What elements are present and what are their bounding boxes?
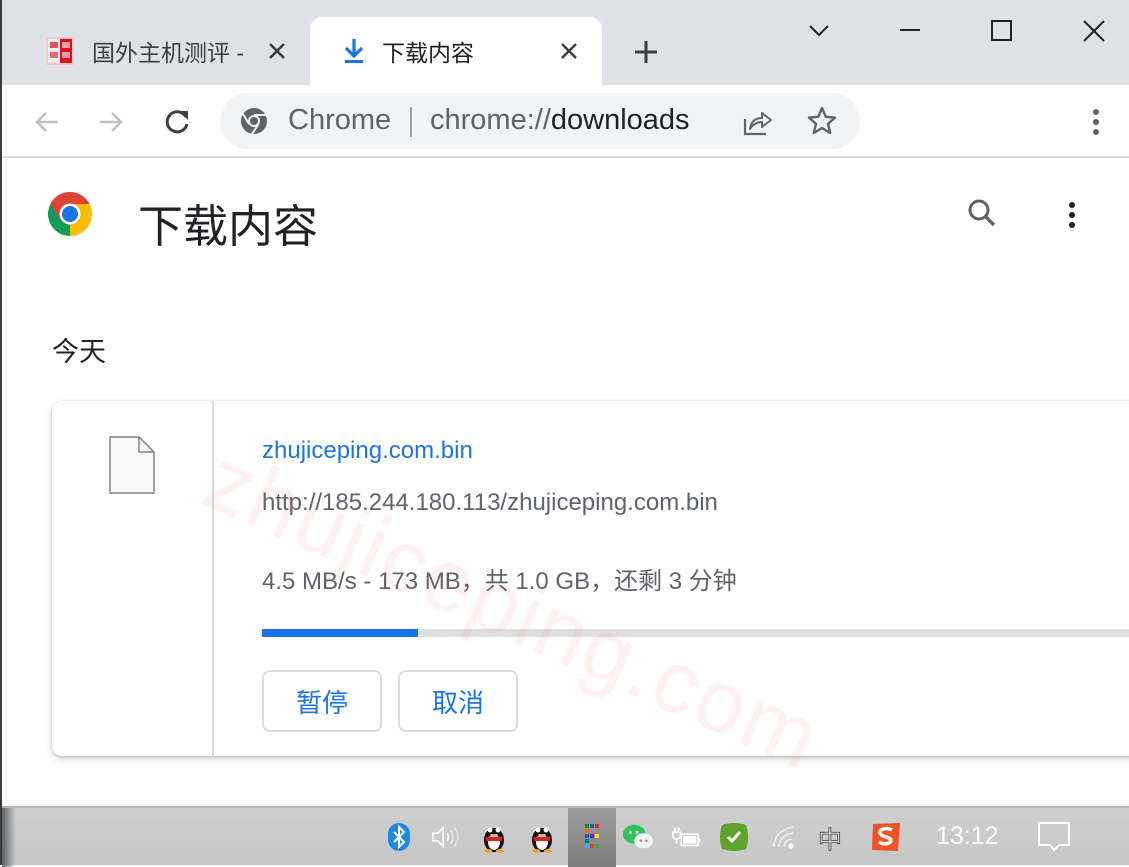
new-tab-button[interactable] — [630, 36, 662, 68]
page-title: 下载内容 — [138, 201, 319, 252]
tab-site[interactable]: 国外主机测评 - — [22, 17, 302, 85]
notification-icon[interactable] — [1036, 820, 1072, 854]
file-icon — [109, 436, 155, 494]
pause-button[interactable]: 暂停 — [262, 670, 382, 732]
ime-label: 中 — [818, 826, 843, 854]
tab-downloads[interactable]: 下载内容 — [310, 17, 602, 85]
browser-window: 国外主机测评 - 下载内容 Chrome chrome://downloads … — [0, 0, 1129, 867]
browser-menu-icon[interactable] — [1084, 105, 1108, 139]
reload-button[interactable] — [160, 105, 194, 139]
qq-icon[interactable] — [478, 820, 510, 854]
battery-charging-icon[interactable] — [670, 820, 702, 854]
bookmark-star-icon[interactable] — [806, 105, 838, 137]
page-menu-icon[interactable] — [1060, 196, 1084, 232]
omnibox-url: chrome://downloads — [430, 104, 690, 137]
volume-icon[interactable] — [430, 820, 462, 854]
site-favicon-icon — [46, 37, 74, 65]
wifi-icon[interactable] — [770, 820, 802, 854]
security-check-icon[interactable] — [718, 820, 750, 854]
wechat-icon[interactable] — [622, 820, 654, 854]
file-name-link[interactable]: zhujiceping.com.bin — [262, 437, 473, 465]
browser-toolbar: Chrome chrome://downloads — [2, 85, 1129, 158]
download-item: zhujiceping.com.bin http://185.244.180.1… — [52, 401, 1129, 756]
downloads-page: 下载内容 今天 zhujiceping.com.bin http://185.2… — [2, 158, 1129, 806]
bluetooth-icon[interactable] — [383, 820, 415, 854]
download-status: 4.5 MB/s - 173 MB，共 1.0 GB，还剩 3 分钟 — [262, 568, 737, 595]
minimize-button[interactable] — [895, 16, 925, 46]
share-icon[interactable] — [742, 107, 774, 137]
download-icon — [344, 39, 364, 63]
progress-fill — [262, 629, 418, 637]
omnibox-separator — [410, 107, 412, 137]
tab-title: 国外主机测评 - — [92, 40, 245, 66]
maximize-button[interactable] — [986, 16, 1016, 46]
clock[interactable]: 13:12 — [936, 822, 999, 851]
download-progress-bar — [262, 629, 1129, 637]
tab-title: 下载内容 — [382, 40, 474, 66]
card-divider — [212, 401, 214, 756]
address-bar[interactable]: Chrome chrome://downloads — [220, 93, 860, 149]
url-host: downloads — [550, 104, 690, 136]
search-icon[interactable] — [964, 196, 1000, 232]
back-button[interactable] — [30, 105, 64, 139]
url-prefix: chrome:// — [430, 104, 551, 136]
chrome-logo-icon — [47, 191, 93, 236]
close-window-button[interactable] — [1079, 16, 1109, 46]
app-grid-icon[interactable] — [576, 820, 608, 854]
taskbar: 中 13:12 — [2, 806, 1129, 867]
sogou-ime-icon[interactable] — [870, 820, 902, 854]
forward-button[interactable] — [94, 105, 128, 139]
tab-search-chevron-down-icon[interactable] — [804, 16, 834, 46]
date-section-label: 今天 — [52, 337, 106, 367]
tab-close-icon[interactable] — [558, 40, 580, 62]
file-source-url[interactable]: http://185.244.180.113/zhujiceping.com.b… — [262, 489, 718, 517]
qq-icon[interactable] — [526, 820, 558, 854]
omnibox-scheme-label: Chrome — [288, 104, 392, 136]
tab-strip: 国外主机测评 - 下载内容 — [2, 0, 1129, 85]
ime-zhong-icon[interactable]: 中 — [814, 820, 846, 854]
chrome-page-icon — [241, 108, 267, 135]
cancel-button[interactable]: 取消 — [398, 670, 518, 732]
tab-close-icon[interactable] — [266, 40, 288, 62]
